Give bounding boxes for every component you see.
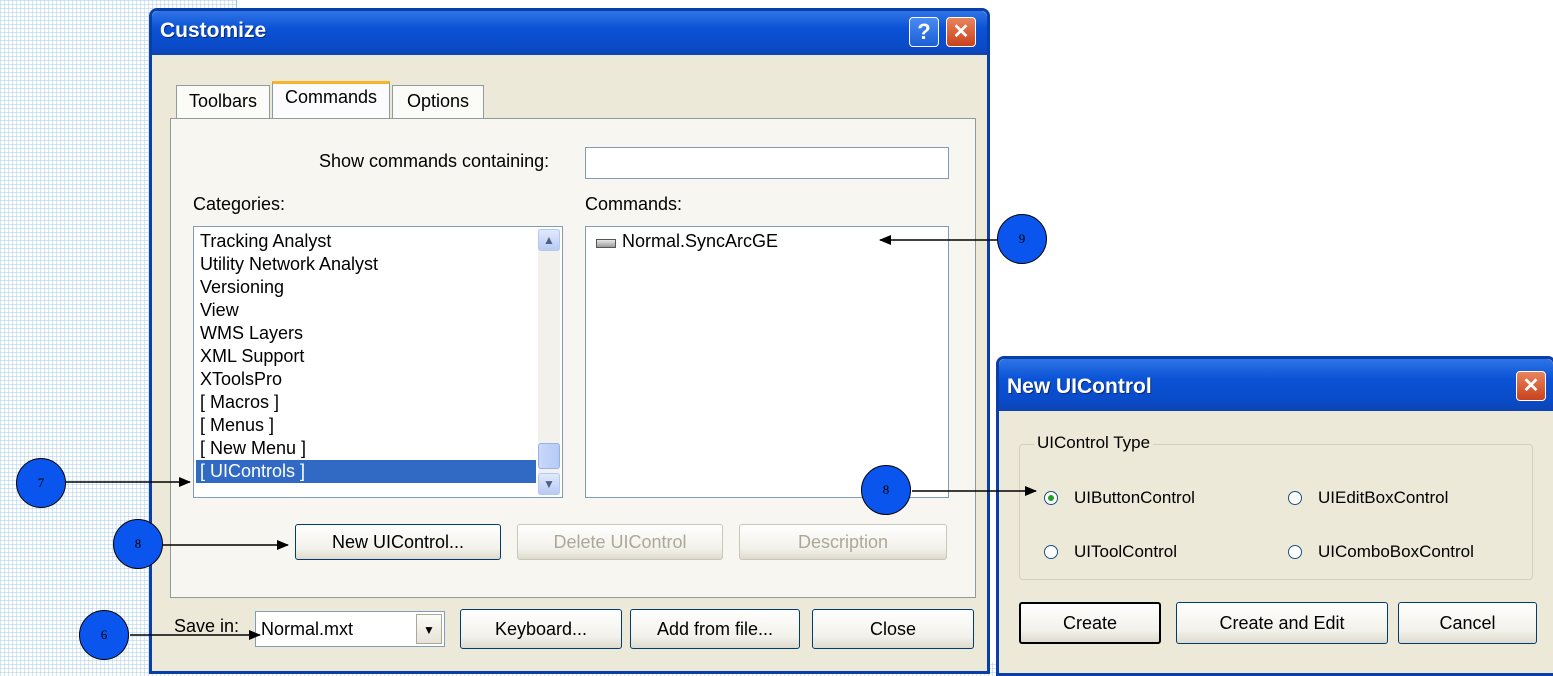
create-and-edit-button[interactable]: Create and Edit [1176,602,1388,644]
close-button[interactable]: Close [812,609,974,649]
cancel-button[interactable]: Cancel [1398,602,1537,644]
list-item[interactable]: XToolsPro [200,368,282,391]
tab-toolbars[interactable]: Toolbars [176,85,270,119]
categories-scrollbar[interactable]: ▲ ▼ [538,229,560,495]
list-item[interactable]: [ Menus ] [200,414,274,437]
show-commands-input[interactable] [585,147,949,179]
radio-selected-icon [1044,491,1058,505]
list-item[interactable]: Tracking Analyst [200,230,331,253]
list-item[interactable]: Versioning [200,276,284,299]
radio-uitoolcontrol[interactable]: UIToolControl [1044,541,1244,565]
customize-dialog: Customize ? ✕ Toolbars Commands Options … [149,8,990,674]
show-commands-label: Show commands containing: [319,151,550,171]
tab-options[interactable]: Options [392,85,484,119]
radio-icon [1288,491,1302,505]
commands-label: Commands: [585,194,683,214]
save-in-dropdown[interactable]: Normal.mxt ▼ [255,611,445,647]
radio-icon [1044,545,1058,559]
new-uicontrol-dialog: New UIControl ✕ UIControl Type UIButtonC… [996,356,1553,676]
list-item[interactable]: XML Support [200,345,304,368]
list-item[interactable]: [ New Menu ] [200,437,306,460]
list-item-selected[interactable]: [ UIControls ] [196,460,536,483]
tab-label: Commands [284,87,378,107]
list-item[interactable]: Normal.SyncArcGE [588,230,778,253]
tab-label: Options [406,91,470,111]
list-item[interactable]: [ Macros ] [200,391,279,414]
uicontrol-type-label: UIControl Type [1034,433,1154,453]
tab-commands[interactable]: Commands [272,81,390,120]
scroll-thumb[interactable] [538,443,560,469]
callout-badge-8: 8 [113,519,163,569]
dropdown-arrow-button[interactable]: ▼ [416,614,442,644]
customize-title: Customize [160,19,267,42]
new-uicontrol-title: New UIControl [1007,375,1152,398]
new-uicontrol-titlebar[interactable]: New UIControl ✕ [999,359,1553,411]
create-button[interactable]: Create [1019,602,1161,644]
categories-label: Categories: [193,194,286,214]
categories-list[interactable]: Tracking Analyst Utility Network Analyst… [193,226,563,498]
callout-badge-8-dialog: 8 [861,465,911,515]
callout-badge-7: 7 [16,458,66,508]
close-window-button[interactable]: ✕ [946,17,976,47]
commands-panel: Show commands containing: Categories: Co… [170,118,976,598]
description-button[interactable]: Description [739,524,947,560]
tab-label: Toolbars [188,91,258,111]
command-button-icon [596,239,616,248]
callout-badge-6: 6 [79,610,129,660]
chevron-down-icon: ▼ [543,477,555,491]
radio-uibuttoncontrol[interactable]: UIButtonControl [1044,487,1244,511]
list-item[interactable]: Utility Network Analyst [200,253,378,276]
close-window-button[interactable]: ✕ [1516,371,1546,401]
callout-badge-9: 9 [997,214,1047,264]
chevron-down-icon: ▼ [423,623,435,637]
save-in-label: Save in: [174,616,240,636]
radio-icon [1288,545,1302,559]
commands-list[interactable]: Normal.SyncArcGE [585,226,949,498]
list-item[interactable]: View [200,299,239,322]
help-icon: ? [917,19,931,44]
list-item[interactable]: WMS Layers [200,322,303,345]
help-button[interactable]: ? [909,17,939,47]
radio-uieditboxcontrol[interactable]: UIEditBoxControl [1288,487,1508,511]
customize-titlebar[interactable]: Customize ? ✕ [152,11,987,55]
uicontrol-type-group: UIControl Type UIButtonControl UIEditBox… [1019,433,1533,580]
keyboard-button[interactable]: Keyboard... [460,609,622,649]
new-uicontrol-button[interactable]: New UIControl... [295,524,501,560]
delete-uicontrol-button[interactable]: Delete UIControl [517,524,723,560]
radio-uicomboboxcontrol[interactable]: UIComboBoxControl [1288,541,1518,565]
chevron-up-icon: ▲ [543,233,555,247]
close-icon: ✕ [952,21,970,43]
add-from-file-button[interactable]: Add from file... [630,609,800,649]
close-icon: ✕ [1522,375,1540,397]
scroll-up-button[interactable]: ▲ [538,229,560,251]
scroll-down-button[interactable]: ▼ [538,473,560,495]
